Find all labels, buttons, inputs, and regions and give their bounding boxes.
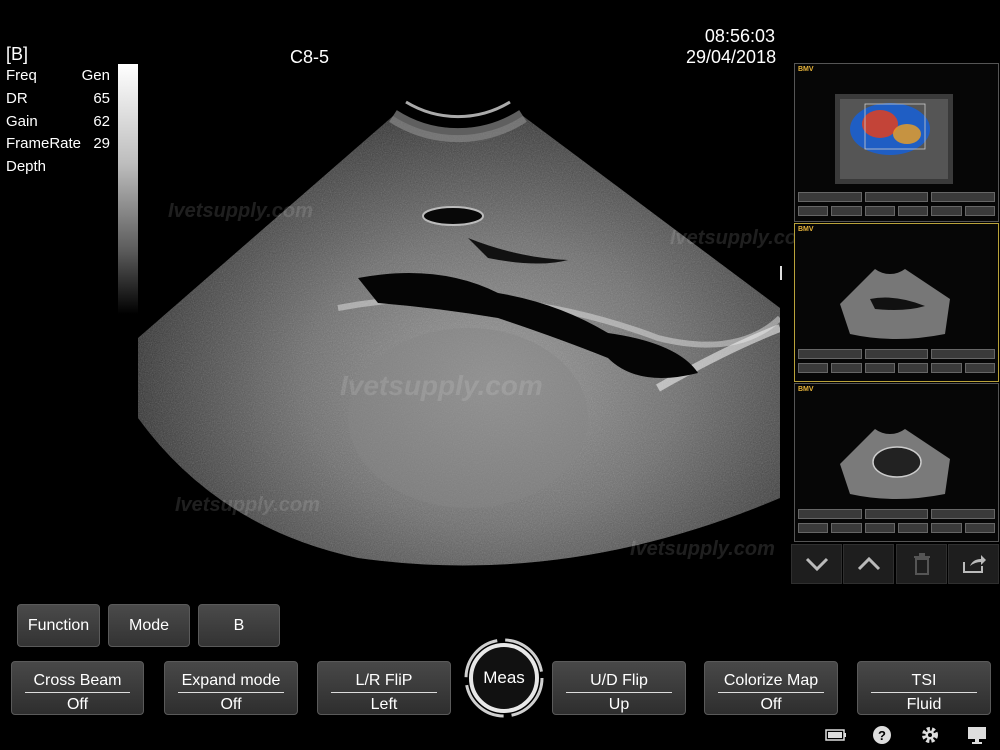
toggle-value: Off [760,696,782,713]
date: 29/04/2018 [686,47,777,67]
thumbnail-3[interactable]: BMV [794,383,999,542]
toggle-label: Cross Beam [25,672,130,693]
param-depth: Depth [6,158,110,175]
meas-button[interactable]: Meas [469,643,539,713]
toggle-value: Off [66,696,89,713]
toggle-label: L/R FliP [331,672,437,693]
watermark: Ivetsupply.com [340,370,543,401]
chevron-down-icon [805,557,828,572]
param-dr: DR 65 [6,90,110,107]
delete-button[interactable] [896,544,947,584]
param-label: Freq [6,67,37,84]
toggle-value: Off [220,696,242,713]
ud-flip-toggle[interactable]: U/D Flip Up [552,661,686,715]
help-icon[interactable]: ? [871,724,893,746]
toggle-value: Up [608,696,630,713]
param-gain: Gain 62 [6,113,110,130]
toggle-label: Colorize Map [718,672,824,693]
param-value: 29 [93,135,110,152]
watermark: Ivetsupply.com [630,538,775,560]
colorize-map-toggle[interactable]: Colorize Map Off [704,661,838,715]
tsi-toggle[interactable]: TSI Fluid [857,661,991,715]
watermark: Ivetsupply.com [168,200,313,222]
lr-flip-toggle[interactable]: L/R FliP Left [317,661,451,715]
export-icon [962,555,986,573]
export-button[interactable] [948,544,999,584]
b-mode-button[interactable]: B [198,604,280,647]
thumbnail-buttons [798,206,995,216]
svg-text:?: ? [878,728,886,743]
toggle-value: Left [370,696,398,713]
function-button[interactable]: Function [17,604,100,647]
depth-marker [780,266,782,280]
scroll-up-button[interactable] [843,544,894,584]
param-label: Depth [6,158,47,175]
param-freq: Freq Gen [6,67,110,84]
brand-logo: BMV [798,386,814,393]
toggle-label: TSI [871,672,977,693]
thumbnail-buttons [798,363,995,373]
trash-icon [913,553,930,575]
probe-label: C8-5 [290,47,330,67]
chevron-up-icon [857,556,880,571]
thumbnail-buttons [798,192,996,202]
expand-mode-toggle[interactable]: Expand mode Off [164,661,298,715]
mode-indicator: [B] [6,44,29,64]
settings-icon[interactable] [919,724,941,746]
thumbnail-buttons [798,509,996,519]
watermark: Ivetsupply.com [175,494,320,516]
thumbnail-1[interactable]: BMV [794,63,999,222]
param-value: Gen [81,67,110,84]
cross-beam-toggle[interactable]: Cross Beam Off [11,661,144,715]
brand-logo: BMV [798,226,814,233]
toggle-label: U/D Flip [566,672,672,693]
brand-logo: BMV [798,66,814,73]
thumbnail-2[interactable]: BMV [794,223,999,382]
toggle-label: Expand mode [178,672,284,693]
thumbnail-image [840,429,950,499]
param-label: FrameRate [6,135,82,152]
toggle-value: Fluid [906,696,942,713]
thumbnail-buttons [798,349,996,359]
battery-icon [825,724,847,746]
monitor-icon[interactable] [966,724,988,746]
param-label: DR [6,90,28,107]
grayscale-bar [118,64,138,314]
param-framerate: FrameRate 29 [6,135,110,152]
thumbnail-image [840,269,950,339]
param-value: 62 [93,113,110,130]
thumbnail-image [835,94,953,184]
param-value: 65 [93,90,110,107]
mode-button[interactable]: Mode [108,604,190,647]
thumbnail-buttons [798,523,995,533]
scroll-down-button[interactable] [791,544,842,584]
param-label: Gain [6,113,38,130]
clock: 08:56:03 [704,26,775,46]
